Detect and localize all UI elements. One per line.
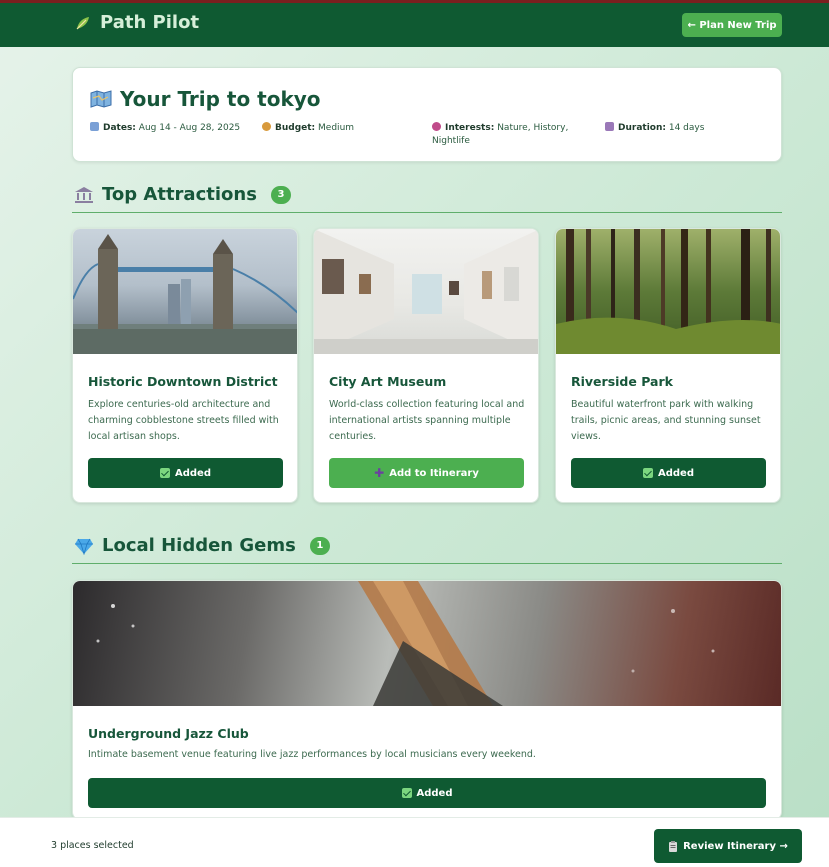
map-icon	[90, 90, 112, 108]
trip-dates: Dates: Aug 14 - Aug 28, 2025	[90, 122, 240, 135]
attractions-count-badge: 3	[270, 185, 291, 204]
app-header: Path Pilot ← Plan New Trip	[0, 3, 829, 47]
section-title-attractions: Top Attractions	[102, 184, 257, 205]
hidden-gem-image-jazz	[73, 581, 781, 706]
trip-summary-card: Your Trip to tokyo Dates: Aug 14 - Aug 2…	[72, 67, 782, 162]
attraction-name: City Art Museum	[329, 374, 447, 389]
section-divider	[72, 563, 782, 564]
trip-budget: Budget: Medium	[262, 122, 354, 135]
hidden-gem-card: Underground Jazz Club Intimate basement …	[72, 580, 782, 820]
calendar-icon	[90, 122, 99, 131]
attraction-description: Beautiful waterfront park with walking t…	[571, 399, 761, 442]
hidden-gem-description: Intimate basement venue featuring live j…	[88, 749, 536, 760]
button-label: Add to Itinerary	[389, 467, 479, 479]
button-label: Added	[175, 467, 211, 479]
attraction-image-forest	[556, 229, 780, 354]
button-label: Added	[658, 467, 694, 479]
dates-label: Dates:	[103, 123, 136, 133]
attraction-image-bridge	[73, 229, 297, 354]
attraction-description: World-class collection featuring local a…	[329, 399, 525, 442]
budget-label: Budget:	[275, 123, 316, 133]
added-button[interactable]: Added	[571, 458, 766, 488]
gem-icon	[75, 538, 93, 555]
app-name: Path Pilot	[100, 12, 200, 33]
button-label: Added	[416, 787, 453, 799]
selected-count: 3 places selected	[51, 840, 134, 851]
target-icon	[432, 122, 441, 131]
clipboard-icon	[669, 840, 678, 852]
dates-value: Aug 14 - Aug 28, 2025	[138, 123, 241, 133]
trip-interests: Interests: Nature, History, Nightlife	[432, 122, 572, 148]
add-to-itinerary-button[interactable]: ✚ Add to Itinerary	[329, 458, 524, 488]
attraction-card: Riverside Park Beautiful waterfront park…	[555, 228, 781, 503]
checkmark-icon	[160, 468, 170, 478]
attraction-name: Historic Downtown District	[88, 374, 278, 389]
duration-value: 14 days	[668, 123, 705, 133]
leaf-icon	[76, 16, 89, 29]
brand[interactable]: Path Pilot	[74, 12, 199, 33]
plus-icon: ✚	[374, 466, 385, 480]
attraction-name: Riverside Park	[571, 374, 673, 389]
duration-label: Duration:	[618, 123, 666, 133]
section-divider	[72, 212, 782, 213]
attraction-card: City Art Museum World-class collection f…	[313, 228, 539, 503]
interests-label: Interests:	[445, 123, 495, 133]
review-itinerary-button[interactable]: Review Itinerary →	[654, 829, 802, 863]
checkmark-icon	[643, 468, 653, 478]
added-button[interactable]: Added	[88, 778, 766, 808]
trip-title-row: Your Trip to tokyo	[90, 87, 321, 111]
hidden-gem-name: Underground Jazz Club	[88, 726, 249, 741]
selection-footer: 3 places selected Review Itinerary →	[0, 817, 829, 867]
gems-count-badge: 1	[309, 536, 330, 555]
button-label: Review Itinerary →	[683, 840, 788, 852]
trip-title: Your Trip to tokyo	[120, 87, 321, 111]
section-title-gems: Local Hidden Gems	[102, 535, 296, 556]
museum-icon	[75, 186, 93, 203]
attraction-description: Explore centuries-old architecture and c…	[88, 399, 279, 442]
budget-value: Medium	[318, 123, 355, 133]
trip-duration: Duration: 14 days	[605, 122, 704, 135]
top-attractions-heading: Top Attractions 3	[74, 184, 291, 205]
added-button[interactable]: Added	[88, 458, 283, 488]
checkmark-icon	[401, 788, 412, 798]
attraction-card: Historic Downtown District Explore centu…	[72, 228, 298, 503]
hidden-gems-heading: Local Hidden Gems 1	[74, 535, 330, 556]
plan-new-trip-button[interactable]: ← Plan New Trip	[682, 13, 782, 37]
money-bag-icon	[262, 122, 271, 131]
attraction-image-gallery	[314, 229, 538, 354]
hourglass-icon	[605, 122, 614, 131]
